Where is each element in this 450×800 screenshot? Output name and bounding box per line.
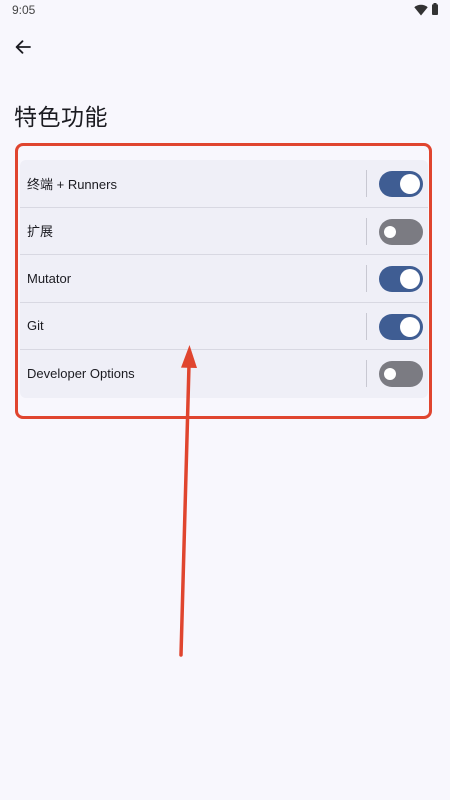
toggle-knob [400,174,420,194]
setting-row-extensions[interactable]: 扩展 [20,208,428,255]
settings-list: 终端 + Runners 扩展 Mutator Git Developer Op… [20,160,428,398]
toggle-switch-terminal-runners[interactable] [379,171,423,197]
setting-label: Mutator [27,270,72,286]
setting-label: Developer Options [27,366,135,382]
row-divider [366,217,367,245]
row-divider [366,265,367,292]
toggle-switch-git[interactable] [379,313,423,340]
setting-label: 终端 + Runners [27,176,117,192]
status-time: 9:05 [12,3,36,17]
row-divider [366,170,367,197]
page-title: 特色功能 [14,105,108,131]
toggle-knob [384,225,396,238]
setting-row-mutator[interactable]: Mutator [20,255,428,303]
toggle-switch-mutator[interactable] [379,266,423,292]
setting-label: Git [27,318,44,334]
row-divider [366,360,367,387]
status-bar: 9:05 [0,0,450,22]
setting-label: 扩展 [27,224,54,240]
screen: 9:05 特色功能 终端 + Runners 扩展 Mutator Git De… [0,0,450,800]
back-button[interactable] [8,32,38,62]
setting-row-git[interactable]: Git [20,303,428,350]
setting-row-terminal-runners[interactable]: 终端 + Runners [20,160,428,208]
toggle-knob [400,316,420,337]
battery-icon [432,3,438,15]
toggle-knob [384,368,396,380]
arrow-left-icon [15,40,31,54]
row-divider [366,312,367,340]
toggle-switch-developer-options[interactable] [379,361,423,387]
toggle-switch-extensions[interactable] [379,218,423,245]
setting-row-developer-options[interactable]: Developer Options [20,350,428,398]
toggle-knob [400,269,420,289]
wifi-icon [414,4,428,16]
